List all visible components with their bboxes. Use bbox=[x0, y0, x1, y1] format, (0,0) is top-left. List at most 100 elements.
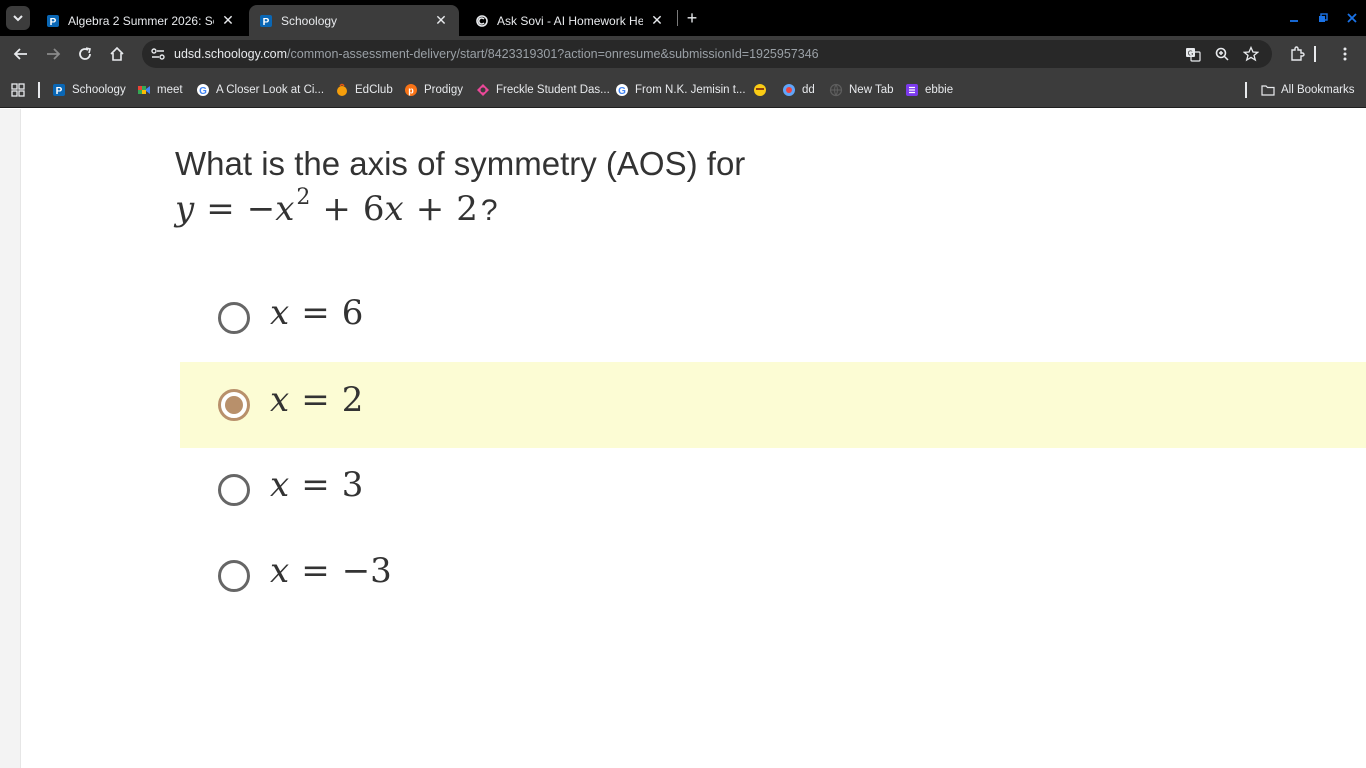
math-number: 2 bbox=[341, 380, 364, 420]
emoji-icon bbox=[753, 83, 767, 97]
tab-schoology[interactable]: P Schoology ✕ bbox=[249, 5, 459, 36]
bookmark-dd[interactable]: dd bbox=[782, 81, 815, 99]
bookmark-freckle[interactable]: Freckle Student Das... bbox=[476, 81, 610, 99]
assessment-page: What is the axis of symmetry (AOS) for y… bbox=[0, 109, 1366, 768]
radio-button[interactable] bbox=[218, 560, 250, 592]
close-icon[interactable]: ✕ bbox=[220, 12, 236, 29]
translate-icon[interactable]: G bbox=[1185, 46, 1201, 62]
edclub-icon bbox=[335, 83, 349, 97]
tab-ask-sovi[interactable]: Ask Sovi - AI Homework Helper ✕ bbox=[465, 5, 675, 36]
url-host: udsd.schoology.com bbox=[174, 47, 288, 61]
svg-text:P: P bbox=[56, 86, 63, 97]
math-number: 6 bbox=[341, 293, 364, 333]
math-op: = bbox=[206, 189, 235, 229]
math-var: x bbox=[270, 551, 290, 591]
minimize-icon[interactable] bbox=[1284, 8, 1304, 28]
new-tab-button[interactable]: + bbox=[682, 8, 702, 28]
chevron-down-icon bbox=[13, 15, 23, 22]
bookmark-new-tab[interactable]: New Tab bbox=[829, 81, 894, 99]
math-op: = bbox=[301, 465, 330, 505]
zoom-icon[interactable] bbox=[1214, 46, 1230, 62]
schoology-icon: P bbox=[259, 14, 273, 28]
bookmark-closer-look[interactable]: G A Closer Look at Ci... bbox=[196, 81, 324, 99]
math-var: x bbox=[270, 293, 290, 333]
bookmarks-bar: P Schoology meet G A Closer Look at Ci..… bbox=[0, 72, 1366, 108]
bookmark-star-icon[interactable] bbox=[1243, 46, 1259, 62]
answer-choice-selected[interactable]: x = 2 bbox=[180, 362, 1366, 448]
window-close-icon[interactable] bbox=[1342, 8, 1362, 28]
reload-icon[interactable] bbox=[75, 44, 95, 64]
radio-button[interactable] bbox=[218, 474, 250, 506]
bookmark-label: EdClub bbox=[355, 84, 393, 96]
bookmark-label: ebbie bbox=[925, 84, 954, 96]
site-info-icon[interactable] bbox=[150, 46, 166, 62]
back-icon[interactable] bbox=[11, 44, 31, 64]
choice-label: x = 3 bbox=[270, 465, 363, 505]
bookmark-label: Schoology bbox=[72, 84, 126, 96]
all-bookmarks-button[interactable]: All Bookmarks bbox=[1261, 81, 1355, 99]
restore-icon[interactable] bbox=[1313, 8, 1333, 28]
schoology-icon: P bbox=[46, 14, 60, 28]
tab-search-button[interactable] bbox=[6, 6, 30, 30]
math-op: − bbox=[246, 189, 276, 229]
tab-separator bbox=[677, 10, 678, 26]
math-op: = bbox=[301, 551, 330, 591]
math-var: x bbox=[384, 189, 404, 229]
math-number: 6 bbox=[362, 189, 385, 229]
math-number: 2 bbox=[456, 189, 478, 229]
radio-button-checked[interactable] bbox=[218, 389, 250, 421]
bookmark-jemisin[interactable]: G From N.K. Jemisin t... bbox=[615, 81, 746, 99]
close-icon[interactable]: ✕ bbox=[649, 12, 665, 29]
choice-label: x = 2 bbox=[270, 380, 363, 420]
tab-title: Algebra 2 Summer 2026: Secti bbox=[68, 13, 214, 28]
choice-label: x = 6 bbox=[270, 293, 363, 333]
globe-icon bbox=[829, 83, 843, 97]
forward-icon[interactable] bbox=[43, 44, 63, 64]
tab-title: Ask Sovi - AI Homework Helper bbox=[497, 13, 643, 28]
address-bar[interactable]: udsd.schoology.com/common-assessment-del… bbox=[142, 40, 1272, 68]
bookmark-ebbie[interactable]: ebbie bbox=[905, 81, 953, 99]
google-icon: G bbox=[615, 83, 629, 97]
answer-choice[interactable]: x = −3 bbox=[180, 533, 1366, 619]
dd-icon bbox=[782, 83, 796, 97]
tab-strip: P Algebra 2 Summer 2026: Secti ✕ P Schoo… bbox=[0, 0, 1366, 36]
math-var: y bbox=[175, 189, 195, 229]
math-number: −3 bbox=[341, 551, 392, 591]
answer-choice[interactable]: x = 3 bbox=[180, 447, 1366, 533]
math-op: + bbox=[322, 189, 351, 229]
question-text: What is the axis of symmetry (AOS) for bbox=[175, 145, 746, 182]
close-icon[interactable]: ✕ bbox=[433, 12, 449, 29]
svg-text:G: G bbox=[618, 86, 626, 97]
apps-grid-icon[interactable] bbox=[10, 82, 26, 98]
bookmark-prodigy[interactable]: p Prodigy bbox=[404, 81, 463, 99]
home-icon[interactable] bbox=[107, 44, 127, 64]
bookmark-schoology[interactable]: P Schoology bbox=[52, 81, 126, 99]
browser-toolbar: udsd.schoology.com/common-assessment-del… bbox=[0, 36, 1366, 72]
bookmark-emoji[interactable] bbox=[753, 81, 773, 99]
bookmark-meet[interactable]: meet bbox=[137, 81, 183, 99]
freckle-icon bbox=[476, 83, 490, 97]
question-mark: ? bbox=[480, 194, 498, 227]
math-var: x bbox=[270, 380, 290, 420]
math-op: + bbox=[415, 189, 445, 229]
tab-title: Schoology bbox=[281, 13, 338, 28]
menu-icon[interactable] bbox=[1335, 44, 1355, 64]
bookmark-edclub[interactable]: EdClub bbox=[335, 81, 393, 99]
meet-icon bbox=[137, 83, 151, 97]
url-text[interactable]: udsd.schoology.com/common-assessment-del… bbox=[174, 47, 819, 61]
svg-text:G: G bbox=[199, 86, 207, 97]
extensions-icon[interactable] bbox=[1287, 44, 1307, 64]
schoology-icon: P bbox=[52, 83, 66, 97]
all-bookmarks-label: All Bookmarks bbox=[1281, 84, 1355, 96]
bookmark-label: dd bbox=[802, 84, 815, 96]
radio-button[interactable] bbox=[218, 302, 250, 334]
bookmark-label: New Tab bbox=[849, 84, 894, 96]
google-icon: G bbox=[196, 83, 210, 97]
math-op: = bbox=[301, 380, 330, 420]
answer-choice[interactable]: x = 6 bbox=[180, 275, 1366, 361]
left-rail bbox=[0, 109, 21, 768]
tab-algebra[interactable]: P Algebra 2 Summer 2026: Secti ✕ bbox=[36, 5, 246, 36]
bookmark-label: Prodigy bbox=[424, 84, 463, 96]
math-var: x bbox=[275, 189, 295, 229]
svg-text:P: P bbox=[263, 17, 270, 28]
